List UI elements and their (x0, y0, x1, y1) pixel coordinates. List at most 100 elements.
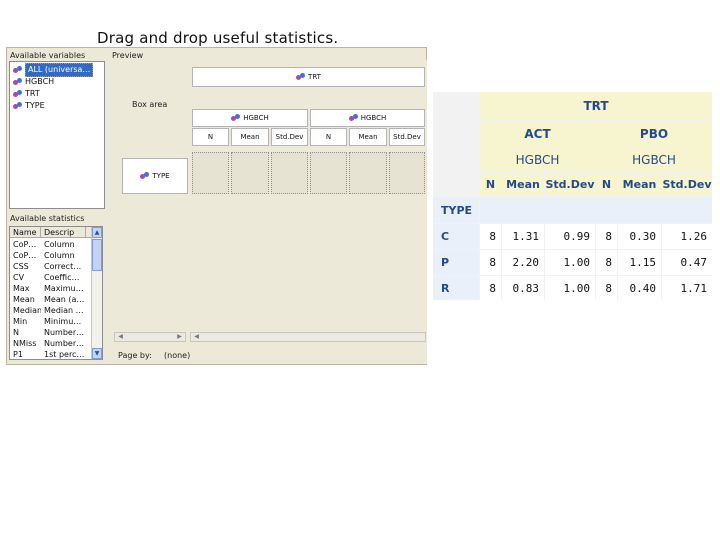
row-header-c: C (433, 224, 479, 249)
stat-row[interactable]: NMiss Number… (10, 338, 91, 349)
stat-name: Mean (13, 295, 35, 304)
stat-desc: 1st perc… (44, 350, 85, 359)
data-cell (349, 152, 387, 194)
type-label: TYPE (152, 172, 170, 180)
table-cell: 0.40 (618, 276, 661, 300)
row-hscrollbar[interactable]: ◀ ▶ (114, 332, 186, 342)
data-cell (389, 152, 425, 194)
variable-item-type[interactable]: TYPE (10, 100, 104, 112)
stat-header-stddev: Std.Dev (545, 173, 595, 196)
variable-icon (13, 101, 22, 111)
variable-icon (13, 65, 22, 75)
hgbch-dimension-cell[interactable]: HGBCH (310, 109, 425, 127)
stat-header-n: N (596, 173, 617, 196)
table-cell: 1.00 (545, 276, 595, 300)
variable-item-all[interactable]: ALL (universa… (10, 63, 104, 77)
table-cell: 1.15 (618, 250, 661, 275)
trt-slot-right (310, 88, 425, 108)
table-cell: 0.83 (502, 276, 544, 300)
stat-row[interactable]: CoP… Column (10, 250, 91, 261)
stat-desc: Mean (a… (44, 295, 85, 304)
data-cell (192, 152, 229, 194)
variable-icon (231, 113, 241, 123)
variable-icon (13, 77, 22, 87)
stat-desc: Coeffic… (44, 273, 80, 282)
row-header-r: R (433, 276, 479, 300)
statistics-scrollbar[interactable]: ▲ ▼ (91, 227, 102, 359)
table-builder-dialog: Available variables ALL (universa… HGBCH… (6, 47, 427, 365)
scroll-left-icon[interactable]: ◀ (116, 333, 125, 341)
stat-row[interactable]: Min Minimu… (10, 316, 91, 327)
type-dimension-cell[interactable]: TYPE (122, 158, 188, 194)
variable-icon (296, 72, 306, 82)
stat-name: CSS (13, 262, 29, 271)
statistics-listbox[interactable]: Name Descrip CoP… Column CoP… Column CSS Co… (9, 226, 103, 360)
stat-header-n: N (480, 173, 501, 196)
table-cell: 2.20 (502, 250, 544, 275)
stat-row[interactable]: CoP… Column (10, 239, 91, 250)
stat-desc: Number… (44, 339, 85, 348)
variable-item-hgbch[interactable]: HGBCH (10, 76, 104, 88)
stat-name: Max (13, 284, 30, 293)
stat-header-stddev[interactable]: Std.Dev (389, 128, 425, 146)
data-cell (310, 152, 347, 194)
variable-item-trt[interactable]: TRT (10, 88, 104, 100)
stat-row[interactable]: CSS Correct… (10, 261, 91, 272)
row-dimension-header: TYPE (433, 197, 479, 223)
trt-slot-left (192, 88, 308, 108)
table-cell: 8 (596, 250, 617, 275)
stat-name: Min (13, 317, 28, 326)
trt-dimension-cell[interactable]: TRT (192, 67, 425, 87)
data-cell (271, 152, 308, 194)
stat-col-descrip[interactable]: Descrip (41, 227, 86, 237)
table-cell: 0.30 (618, 224, 661, 249)
stat-header-mean[interactable]: Mean (349, 128, 387, 146)
scroll-right-icon[interactable]: ▶ (175, 333, 184, 341)
page-by-label: Page by: (118, 351, 152, 360)
column-hscrollbar[interactable]: ◀ (190, 332, 426, 342)
data-cell (231, 152, 269, 194)
result-table: TRT ACT PBO HGBCH HGBCH N Mean Std.Dev N… (433, 92, 712, 300)
stat-header-n[interactable]: N (192, 128, 229, 146)
stat-row[interactable]: CV Coeffic… (10, 272, 91, 283)
stat-desc: Column (44, 240, 75, 249)
scroll-left-icon[interactable]: ◀ (192, 333, 201, 341)
stat-row[interactable]: Max Maximu… (10, 283, 91, 294)
stat-desc: Number… (44, 328, 85, 337)
hgbch-label: HGBCH (243, 114, 269, 122)
stat-header-stddev[interactable]: Std.Dev (271, 128, 308, 146)
stat-desc: Correct… (44, 262, 82, 271)
stat-row[interactable]: P1 1st perc… (10, 349, 91, 359)
table-cell: 1.71 (662, 276, 712, 300)
page-by-value[interactable]: (none) (164, 351, 190, 360)
table-corner (433, 92, 479, 196)
hgbch-header: HGBCH (596, 148, 712, 172)
stat-desc: Median … (44, 306, 84, 315)
trt-header: TRT (480, 92, 712, 120)
scroll-up-icon[interactable]: ▲ (92, 227, 102, 238)
variable-icon (140, 171, 150, 181)
scroll-thumb[interactable] (92, 239, 102, 271)
statistics-group-label: Available statistics (10, 214, 85, 223)
stat-desc: Minimu… (44, 317, 82, 326)
stat-desc: Maximu… (44, 284, 84, 293)
variable-icon (348, 113, 358, 123)
stat-col-name[interactable]: Name (10, 227, 41, 237)
stat-name: P1 (13, 350, 23, 359)
table-cell: 1.31 (502, 224, 544, 249)
stat-name: Median (13, 306, 41, 315)
scroll-down-icon[interactable]: ▼ (92, 348, 102, 359)
stat-header-mean[interactable]: Mean (231, 128, 269, 146)
stat-row[interactable]: N Number… (10, 327, 91, 338)
group-header-act: ACT (480, 121, 595, 147)
variables-listbox[interactable]: ALL (universa… HGBCH TRT TYPE (9, 61, 105, 209)
hgbch-dimension-cell[interactable]: HGBCH (192, 109, 308, 127)
stat-row[interactable]: Median Median … (10, 305, 91, 316)
stat-name: N (13, 328, 19, 337)
stat-header-n[interactable]: N (310, 128, 347, 146)
table-cell: 1.00 (545, 250, 595, 275)
table-cell: 0.99 (545, 224, 595, 249)
stat-name: CoP… (13, 240, 37, 249)
row-dimension-filler (480, 197, 712, 223)
stat-row[interactable]: Mean Mean (a… (10, 294, 91, 305)
